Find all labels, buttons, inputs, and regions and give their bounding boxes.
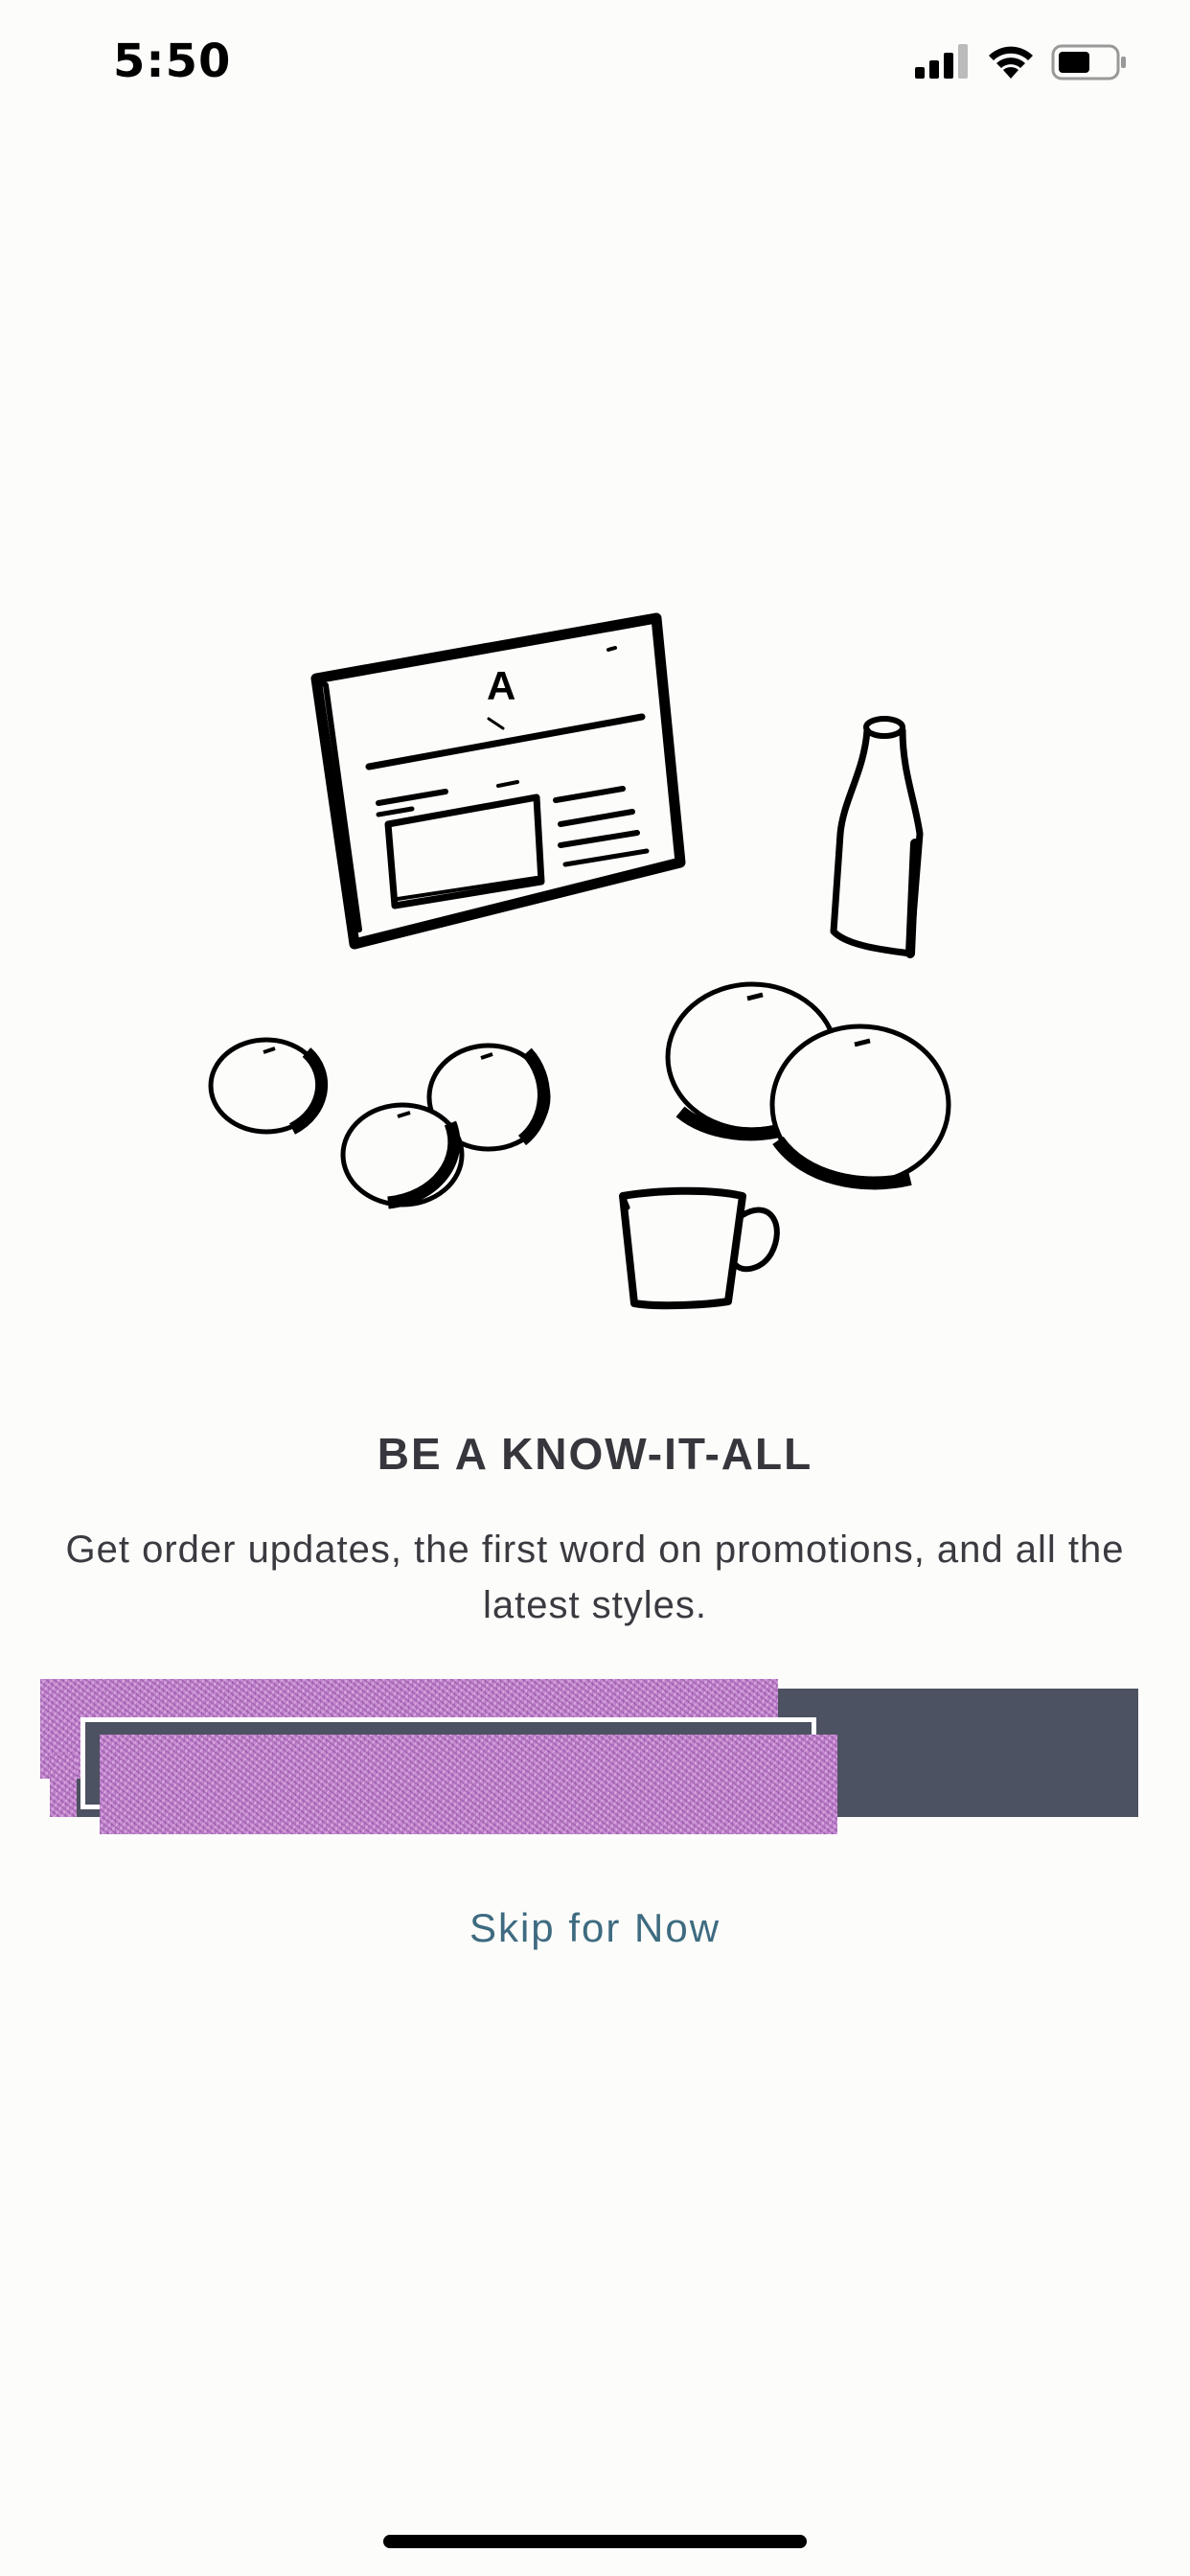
redacted-overlay xyxy=(50,1754,77,1817)
mug-drawing xyxy=(619,1186,780,1310)
redacted-overlay xyxy=(100,1735,837,1834)
status-bar: 5:50 xyxy=(0,0,1190,134)
large-fruit-drawing xyxy=(769,1024,951,1190)
wifi-icon xyxy=(989,46,1033,79)
signal-icon xyxy=(915,44,968,79)
page-title: BE A KNOW-IT-ALL xyxy=(377,1429,813,1479)
page-description: Get order updates, the first word on pro… xyxy=(65,1529,1125,1626)
still-life-illustration: A xyxy=(208,612,951,1310)
small-fruit-drawing xyxy=(208,1037,328,1135)
bottle-drawing xyxy=(830,716,924,958)
battery-icon xyxy=(1051,44,1126,80)
small-fruit-drawing xyxy=(340,1102,465,1209)
postcard-letter: A xyxy=(487,663,515,708)
status-time: 5:50 xyxy=(113,34,232,88)
home-indicator[interactable] xyxy=(383,2535,807,2548)
skip-for-now-link[interactable]: Skip for Now xyxy=(0,1905,1190,1951)
